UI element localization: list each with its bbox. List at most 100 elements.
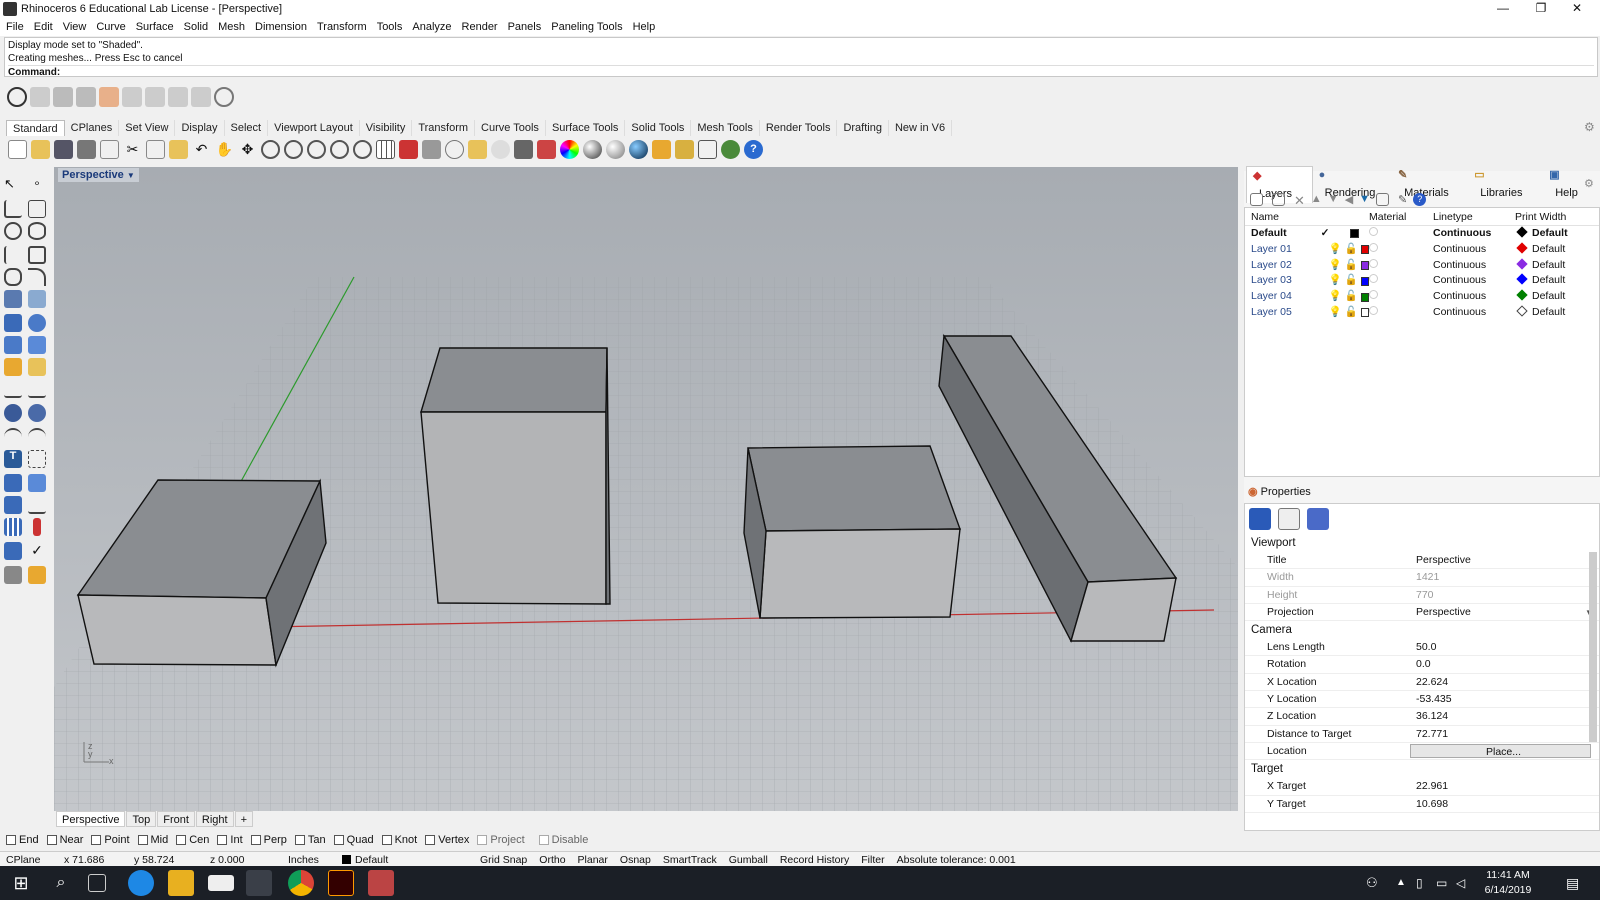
checkbox-icon[interactable] xyxy=(217,835,228,845)
menu-edit[interactable]: Edit xyxy=(34,21,53,33)
checkbox-icon[interactable] xyxy=(477,835,488,845)
search-icon[interactable]: ⌕ xyxy=(48,870,74,896)
cplane-icon[interactable] xyxy=(399,139,418,159)
layer-linetype[interactable]: Continuous xyxy=(1433,273,1515,289)
rhino-v-icon[interactable] xyxy=(7,87,27,107)
analyze-icon[interactable] xyxy=(4,542,22,560)
tab-mesh-tools[interactable]: Mesh Tools xyxy=(691,120,760,136)
close-button[interactable]: ✕ xyxy=(1554,0,1600,18)
prop-row[interactable]: Y Target 10.698 xyxy=(1245,796,1599,813)
paneling-icon[interactable] xyxy=(99,87,119,107)
mesh-tool-icon[interactable] xyxy=(28,336,46,354)
help-icon[interactable]: ? xyxy=(744,139,763,159)
surface-tool-icon[interactable] xyxy=(4,290,22,308)
polyline-icon[interactable] xyxy=(4,200,22,218)
paste-icon[interactable] xyxy=(169,139,188,159)
network-icon[interactable]: ▭ xyxy=(1436,870,1452,896)
gear-icon[interactable]: ⚙ xyxy=(1584,120,1595,134)
layer-name[interactable]: Layer 05 xyxy=(1245,305,1311,321)
open-icon[interactable] xyxy=(31,139,50,159)
col-material[interactable]: Material xyxy=(1369,208,1433,225)
menu-paneling-tools[interactable]: Paneling Tools xyxy=(551,21,622,33)
checkbox-icon[interactable] xyxy=(294,835,305,845)
new-sublayer-icon[interactable] xyxy=(1272,193,1285,206)
mesh-icon[interactable] xyxy=(145,87,165,107)
tab-perspective[interactable]: Perspective xyxy=(56,811,126,827)
split-icon[interactable] xyxy=(28,380,46,398)
people-icon[interactable]: ⚇ xyxy=(1366,870,1384,896)
layer-print-width[interactable]: Default xyxy=(1515,226,1595,242)
prop-value[interactable]: -53.435 xyxy=(1410,691,1599,707)
menu-solid[interactable]: Solid xyxy=(184,21,208,33)
snap-icon[interactable] xyxy=(468,139,487,159)
layer-row[interactable]: Layer 01 💡 🔓 Continuous Default xyxy=(1245,242,1599,258)
prop-value[interactable]: 22.961 xyxy=(1410,778,1599,794)
layer-material[interactable] xyxy=(1369,273,1433,289)
tab-viewport-layout[interactable]: Viewport Layout xyxy=(268,120,360,136)
menu-view[interactable]: View xyxy=(63,21,87,33)
status-grid-snap[interactable]: Grid Snap xyxy=(474,854,533,866)
panel-icon[interactable] xyxy=(76,87,96,107)
light-bulb-icon[interactable]: 💡 xyxy=(1329,258,1342,274)
viewport-props-icon[interactable] xyxy=(1278,508,1300,530)
edge-browser-icon[interactable] xyxy=(128,870,154,896)
checkbox-icon[interactable] xyxy=(381,835,392,845)
prop-row[interactable]: Rotation 0.0 xyxy=(1245,656,1599,674)
tab-set-view[interactable]: Set View xyxy=(119,120,176,136)
rectangle-icon[interactable] xyxy=(28,246,46,264)
layer-print-width[interactable]: Default xyxy=(1515,242,1595,258)
menu-surface[interactable]: Surface xyxy=(136,21,174,33)
layer-row[interactable]: Layer 05 💡 🔓 Continuous Default xyxy=(1245,305,1599,321)
light-bulb-icon[interactable]: 💡 xyxy=(1329,289,1342,305)
light-bulb-icon[interactable] xyxy=(491,139,510,159)
viewport-grid-icon[interactable] xyxy=(376,139,395,159)
named-view-icon[interactable] xyxy=(422,139,441,159)
undo-icon[interactable]: ↶ xyxy=(192,140,211,159)
scale-icon[interactable] xyxy=(28,474,46,492)
add-viewport-tab-button[interactable]: + xyxy=(234,811,254,827)
loft-icon[interactable] xyxy=(28,290,46,308)
usb-icon[interactable]: ▯ xyxy=(1416,870,1432,896)
extrude-icon[interactable] xyxy=(4,336,22,354)
osnap-perp[interactable]: Perp xyxy=(250,834,287,846)
command-area[interactable]: Display mode set to "Shaded". Creating m… xyxy=(4,37,1598,78)
save-icon[interactable] xyxy=(54,139,73,159)
prop-row[interactable]: Y Location -53.435 xyxy=(1245,691,1599,709)
layer-icon[interactable] xyxy=(537,139,556,159)
material-circle-icon[interactable] xyxy=(1369,305,1378,315)
layer-row[interactable]: Default ✓ Continuous Default xyxy=(1245,226,1599,242)
chevron-down-icon[interactable]: ▼ xyxy=(127,171,135,180)
layer-material[interactable] xyxy=(1369,258,1433,274)
tab-right[interactable]: Right xyxy=(195,811,234,827)
array-icon[interactable] xyxy=(4,496,22,514)
box-3[interactable] xyxy=(743,445,961,619)
trim-icon[interactable] xyxy=(4,380,22,398)
windows-start-icon[interactable]: ⊞ xyxy=(8,870,34,896)
tab-surface-tools[interactable]: Surface Tools xyxy=(546,120,626,136)
prop-row[interactable]: ProjectionPerspective▼ xyxy=(1245,604,1599,622)
target-icon[interactable] xyxy=(214,87,234,107)
prop-row[interactable]: Location Place... xyxy=(1245,743,1599,761)
prop-value[interactable]: 22.624 xyxy=(1410,674,1599,690)
menu-tools[interactable]: Tools xyxy=(377,21,403,33)
material-circle-icon[interactable] xyxy=(1369,258,1378,268)
material-circle-icon[interactable] xyxy=(1369,274,1378,284)
lock-icon[interactable]: 🔓 xyxy=(1345,258,1358,274)
material-circle-icon[interactable] xyxy=(1369,290,1378,300)
point-icon[interactable]: ∘ xyxy=(28,176,46,194)
menu-transform[interactable]: Transform xyxy=(317,21,367,33)
globe-icon[interactable] xyxy=(721,139,740,159)
viewport-title[interactable]: Perspective ▼ xyxy=(58,168,139,182)
layer-name[interactable]: Layer 01 xyxy=(1245,242,1311,258)
layer-print-width[interactable]: Default xyxy=(1515,257,1595,274)
boolean-icon[interactable] xyxy=(4,358,22,376)
prop-row[interactable]: Z Location 36.124 xyxy=(1245,708,1599,726)
dimension-icon[interactable] xyxy=(28,450,46,468)
layer-linetype[interactable]: Continuous xyxy=(1433,226,1515,242)
prop-value[interactable]: 36.124 xyxy=(1410,708,1599,724)
settings-icon[interactable] xyxy=(675,139,694,159)
layer-print-width[interactable]: Default xyxy=(1515,273,1595,289)
layer-color-swatch[interactable] xyxy=(1360,292,1369,302)
prop-value[interactable]: 10.698 xyxy=(1410,796,1599,812)
status-osnap[interactable]: Osnap xyxy=(614,854,657,866)
